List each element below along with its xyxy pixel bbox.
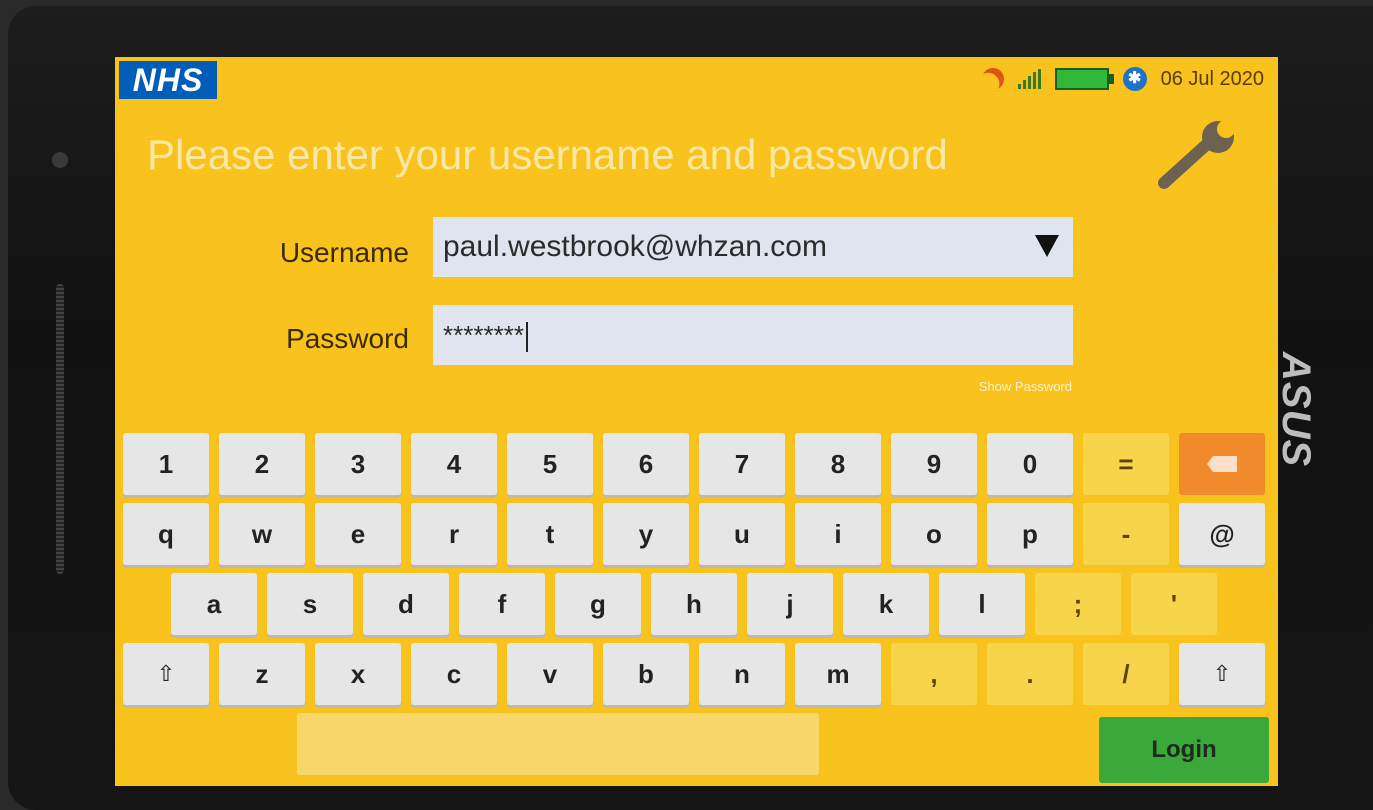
- battery-icon: [1054, 68, 1114, 90]
- status-date: 06 Jul 2020: [1160, 67, 1264, 90]
- password-value: ********: [443, 320, 524, 350]
- key-9-row4[interactable]: /: [1083, 643, 1169, 705]
- dropdown-arrow-icon[interactable]: [1035, 235, 1059, 257]
- key-6-row3[interactable]: j: [747, 573, 833, 635]
- key-5-row1[interactable]: 6: [603, 433, 689, 495]
- backspace-icon: [1207, 456, 1237, 472]
- password-label: Password: [286, 323, 409, 354]
- key-2-row2[interactable]: e: [315, 503, 401, 565]
- key-4-row3[interactable]: g: [555, 573, 641, 635]
- key-5-row4[interactable]: n: [699, 643, 785, 705]
- wrench-icon[interactable]: [1154, 121, 1244, 191]
- key-2-row1[interactable]: 3: [315, 433, 401, 495]
- key-9-row1[interactable]: 0: [987, 433, 1073, 495]
- username-value: paul.westbrook@whzan.com: [443, 230, 827, 263]
- key-0-row4[interactable]: z: [219, 643, 305, 705]
- key-5-row3[interactable]: h: [651, 573, 737, 635]
- shift-left-key[interactable]: ⇧: [123, 643, 209, 705]
- speaker-grille: [56, 284, 64, 574]
- login-prompt: Please enter your username and password: [147, 131, 948, 178]
- key-5-row2[interactable]: y: [603, 503, 689, 565]
- key-3-row2[interactable]: r: [411, 503, 497, 565]
- device-brand: ASUS: [1274, 352, 1318, 468]
- username-dropdown[interactable]: paul.westbrook@whzan.com: [433, 217, 1073, 277]
- username-label: Username: [279, 237, 409, 268]
- show-password-toggle[interactable]: Show Password: [979, 379, 1072, 394]
- key-6-row2[interactable]: u: [699, 503, 785, 565]
- key-8-row1[interactable]: 9: [891, 433, 977, 495]
- key-9-row3[interactable]: ;: [1035, 573, 1121, 635]
- password-input[interactable]: ********: [433, 305, 1073, 365]
- login-screen: NHS ✱ 06 Jul 2020 Please enter your user…: [115, 57, 1278, 786]
- nhs-logo: NHS: [119, 61, 217, 99]
- shift-icon: ⇧: [1212, 661, 1232, 686]
- backspace-key[interactable]: [1179, 433, 1265, 495]
- key-2-row3[interactable]: d: [363, 573, 449, 635]
- status-bar: NHS ✱ 06 Jul 2020: [115, 57, 1278, 101]
- key-0-row2[interactable]: q: [123, 503, 209, 565]
- key-8-row4[interactable]: .: [987, 643, 1073, 705]
- signal-icon: [1017, 69, 1041, 89]
- key-4-row1[interactable]: 5: [507, 433, 593, 495]
- key-9-row2[interactable]: p: [987, 503, 1073, 565]
- key-6-row1[interactable]: 7: [699, 433, 785, 495]
- key-7-row4[interactable]: ,: [891, 643, 977, 705]
- key-1-row3[interactable]: s: [267, 573, 353, 635]
- key-0-row3[interactable]: a: [171, 573, 257, 635]
- key-3-row1[interactable]: 4: [411, 433, 497, 495]
- key-4-row4[interactable]: b: [603, 643, 689, 705]
- status-icons: ✱ 06 Jul 2020: [982, 63, 1264, 95]
- key-7-row1[interactable]: 8: [795, 433, 881, 495]
- key-7-row2[interactable]: i: [795, 503, 881, 565]
- key-10-row3[interactable]: ': [1131, 573, 1217, 635]
- key-11-row2[interactable]: @: [1179, 503, 1265, 565]
- spacebar[interactable]: [297, 713, 819, 775]
- text-cursor: [525, 322, 528, 353]
- key-8-row3[interactable]: l: [939, 573, 1025, 635]
- key-7-row3[interactable]: k: [843, 573, 929, 635]
- key-8-row2[interactable]: o: [891, 503, 977, 565]
- key-2-row4[interactable]: c: [411, 643, 497, 705]
- key-1-row1[interactable]: 2: [219, 433, 305, 495]
- key-4-row2[interactable]: t: [507, 503, 593, 565]
- key-6-row4[interactable]: m: [795, 643, 881, 705]
- key-1-row4[interactable]: x: [315, 643, 401, 705]
- camera: [52, 152, 68, 168]
- key-10-row1[interactable]: =: [1083, 433, 1169, 495]
- key-1-row2[interactable]: w: [219, 503, 305, 565]
- shift-icon: ⇧: [156, 661, 176, 686]
- bluetooth-icon: ✱: [1122, 67, 1147, 91]
- login-button[interactable]: Login: [1099, 717, 1269, 783]
- key-10-row2[interactable]: -: [1083, 503, 1169, 565]
- key-3-row3[interactable]: f: [459, 573, 545, 635]
- key-0-row1[interactable]: 1: [123, 433, 209, 495]
- shift-right-key[interactable]: ⇧: [1179, 643, 1265, 705]
- key-3-row4[interactable]: v: [507, 643, 593, 705]
- do-not-disturb-icon: [978, 65, 1006, 93]
